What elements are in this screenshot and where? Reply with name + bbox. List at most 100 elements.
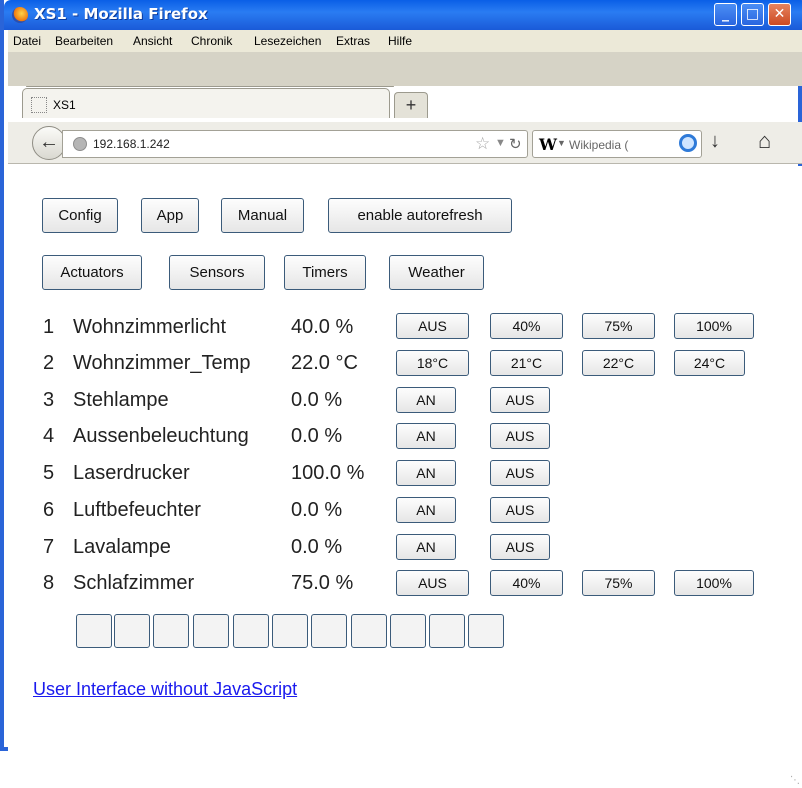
download-icon[interactable]: ↓ (710, 130, 720, 153)
actuator-value: 0.0 % (291, 389, 343, 411)
home-icon[interactable]: ⌂ (758, 128, 771, 154)
actuator-name: Stehlampe (73, 389, 169, 411)
weather-button[interactable]: Weather (389, 255, 484, 290)
menu-hilfe[interactable]: Hilfe (388, 34, 412, 48)
empty-slot-button[interactable] (233, 614, 269, 648)
empty-slot-button[interactable] (272, 614, 308, 648)
actuator-value: 40.0 % (291, 316, 354, 338)
empty-slot-button[interactable] (153, 614, 189, 648)
firefox-icon (12, 7, 28, 23)
actuator-button[interactable]: AUS (490, 497, 550, 523)
menu-chronik[interactable]: Chronik (191, 34, 232, 48)
actuator-index: 8 (43, 572, 55, 594)
timers-button[interactable]: Timers (284, 255, 366, 290)
actuator-index: 6 (43, 499, 55, 521)
search-icon[interactable] (679, 134, 697, 152)
actuator-button[interactable]: 22°C (582, 350, 655, 376)
menu-lesezeichen[interactable]: Lesezeichen (254, 34, 321, 48)
empty-slot-button[interactable] (429, 614, 465, 648)
menu-bearbeiten[interactable]: Bearbeiten (55, 34, 113, 48)
actuator-name: Wohnzimmer_Temp (73, 352, 251, 374)
tab-strip (8, 52, 802, 86)
url-text: 192.168.1.242 (93, 137, 170, 151)
enable-autorefresh-button[interactable]: enable autorefresh (328, 198, 512, 233)
bookmark-star-icon[interactable]: ☆ (475, 134, 490, 154)
maximize-button[interactable]: □ (741, 3, 764, 26)
actuator-name: Laserdrucker (73, 462, 190, 484)
empty-slot-button[interactable] (76, 614, 112, 648)
actuator-button[interactable]: 40% (490, 570, 563, 596)
wikipedia-icon: W (539, 135, 557, 154)
title-bar: XS1 - Mozilla Firefox _ □ ✕ (4, 0, 802, 30)
menu-ansicht[interactable]: Ansicht (133, 34, 172, 48)
actuator-button[interactable]: AUS (490, 460, 550, 486)
actuator-value: 22.0 °C (291, 352, 358, 374)
actuator-button[interactable]: 40% (490, 313, 563, 339)
close-button[interactable]: ✕ (768, 3, 791, 26)
menu-extras[interactable]: Extras (336, 34, 370, 48)
actuator-button[interactable]: AUS (396, 313, 469, 339)
actuator-button[interactable]: 75% (582, 313, 655, 339)
tab-label: XS1 (53, 98, 76, 112)
actuator-button[interactable]: AN (396, 460, 456, 486)
actuator-name: Schlafzimmer (73, 572, 195, 594)
actuator-button[interactable]: AUS (396, 570, 469, 596)
reload-icon[interactable]: ↻ (509, 135, 522, 153)
actuator-value: 0.0 % (291, 425, 343, 447)
resize-grip-icon[interactable]: ⋱ (790, 775, 800, 786)
actuator-value: 75.0 % (291, 572, 354, 594)
actuator-button[interactable]: AN (396, 423, 456, 449)
back-button[interactable]: ← (32, 126, 66, 160)
actuator-button[interactable]: 24°C (674, 350, 745, 376)
globe-icon (73, 137, 87, 151)
search-placeholder: Wikipedia ( (569, 138, 629, 152)
new-tab-button[interactable]: + (394, 92, 428, 118)
engine-dropdown-icon[interactable]: ▼ (557, 138, 566, 148)
tab-xs1[interactable]: XS1 (22, 88, 390, 118)
empty-slot-button[interactable] (351, 614, 387, 648)
actuator-index: 7 (43, 536, 55, 558)
actuator-index: 2 (43, 352, 55, 374)
actuator-value: 0.0 % (291, 499, 343, 521)
page-content: Config App Manual enable autorefresh Act… (8, 166, 802, 788)
menu-datei[interactable]: Datei (13, 34, 41, 48)
empty-slot-button[interactable] (114, 614, 150, 648)
history-dropdown-icon[interactable]: ▼ (495, 137, 506, 149)
sensors-button[interactable]: Sensors (169, 255, 265, 290)
actuator-index: 1 (43, 316, 55, 338)
actuator-value: 100.0 % (291, 462, 365, 484)
actuator-name: Aussenbeleuchtung (73, 425, 249, 447)
actuator-button[interactable]: 100% (674, 313, 754, 339)
window-title: XS1 - Mozilla Firefox (34, 5, 208, 23)
actuator-button[interactable]: 18°C (396, 350, 469, 376)
actuator-button[interactable]: AN (396, 387, 456, 413)
empty-slot-button[interactable] (311, 614, 347, 648)
minimize-button[interactable]: _ (714, 3, 737, 26)
actuator-button[interactable]: AN (396, 497, 456, 523)
empty-slot-button[interactable] (193, 614, 229, 648)
actuator-name: Wohnzimmerlicht (73, 316, 226, 338)
actuator-button[interactable]: 21°C (490, 350, 563, 376)
config-button[interactable]: Config (42, 198, 118, 233)
page-icon (31, 97, 47, 113)
actuators-button[interactable]: Actuators (42, 255, 142, 290)
search-bar[interactable]: W ▼ Wikipedia ( (532, 130, 702, 158)
actuator-button[interactable]: 100% (674, 570, 754, 596)
actuator-button[interactable]: AUS (490, 387, 550, 413)
url-bar[interactable]: 192.168.1.242 ☆ ▼ ↻ (62, 130, 528, 158)
no-javascript-link[interactable]: User Interface without JavaScript (33, 679, 297, 700)
browser-window: XS1 - Mozilla Firefox _ □ ✕ Datei Bearbe… (0, 0, 802, 788)
actuator-button[interactable]: AUS (490, 423, 550, 449)
app-button[interactable]: App (141, 198, 199, 233)
actuator-name: Luftbefeuchter (73, 499, 201, 521)
actuator-index: 5 (43, 462, 55, 484)
actuator-name: Lavalampe (73, 536, 171, 558)
menu-bar: Datei Bearbeiten Ansicht Chronik Lesezei… (8, 30, 802, 52)
actuator-button[interactable]: AN (396, 534, 456, 560)
empty-slot-button[interactable] (390, 614, 426, 648)
actuator-index: 3 (43, 389, 55, 411)
empty-slot-button[interactable] (468, 614, 504, 648)
actuator-button[interactable]: AUS (490, 534, 550, 560)
actuator-button[interactable]: 75% (582, 570, 655, 596)
manual-button[interactable]: Manual (221, 198, 304, 233)
